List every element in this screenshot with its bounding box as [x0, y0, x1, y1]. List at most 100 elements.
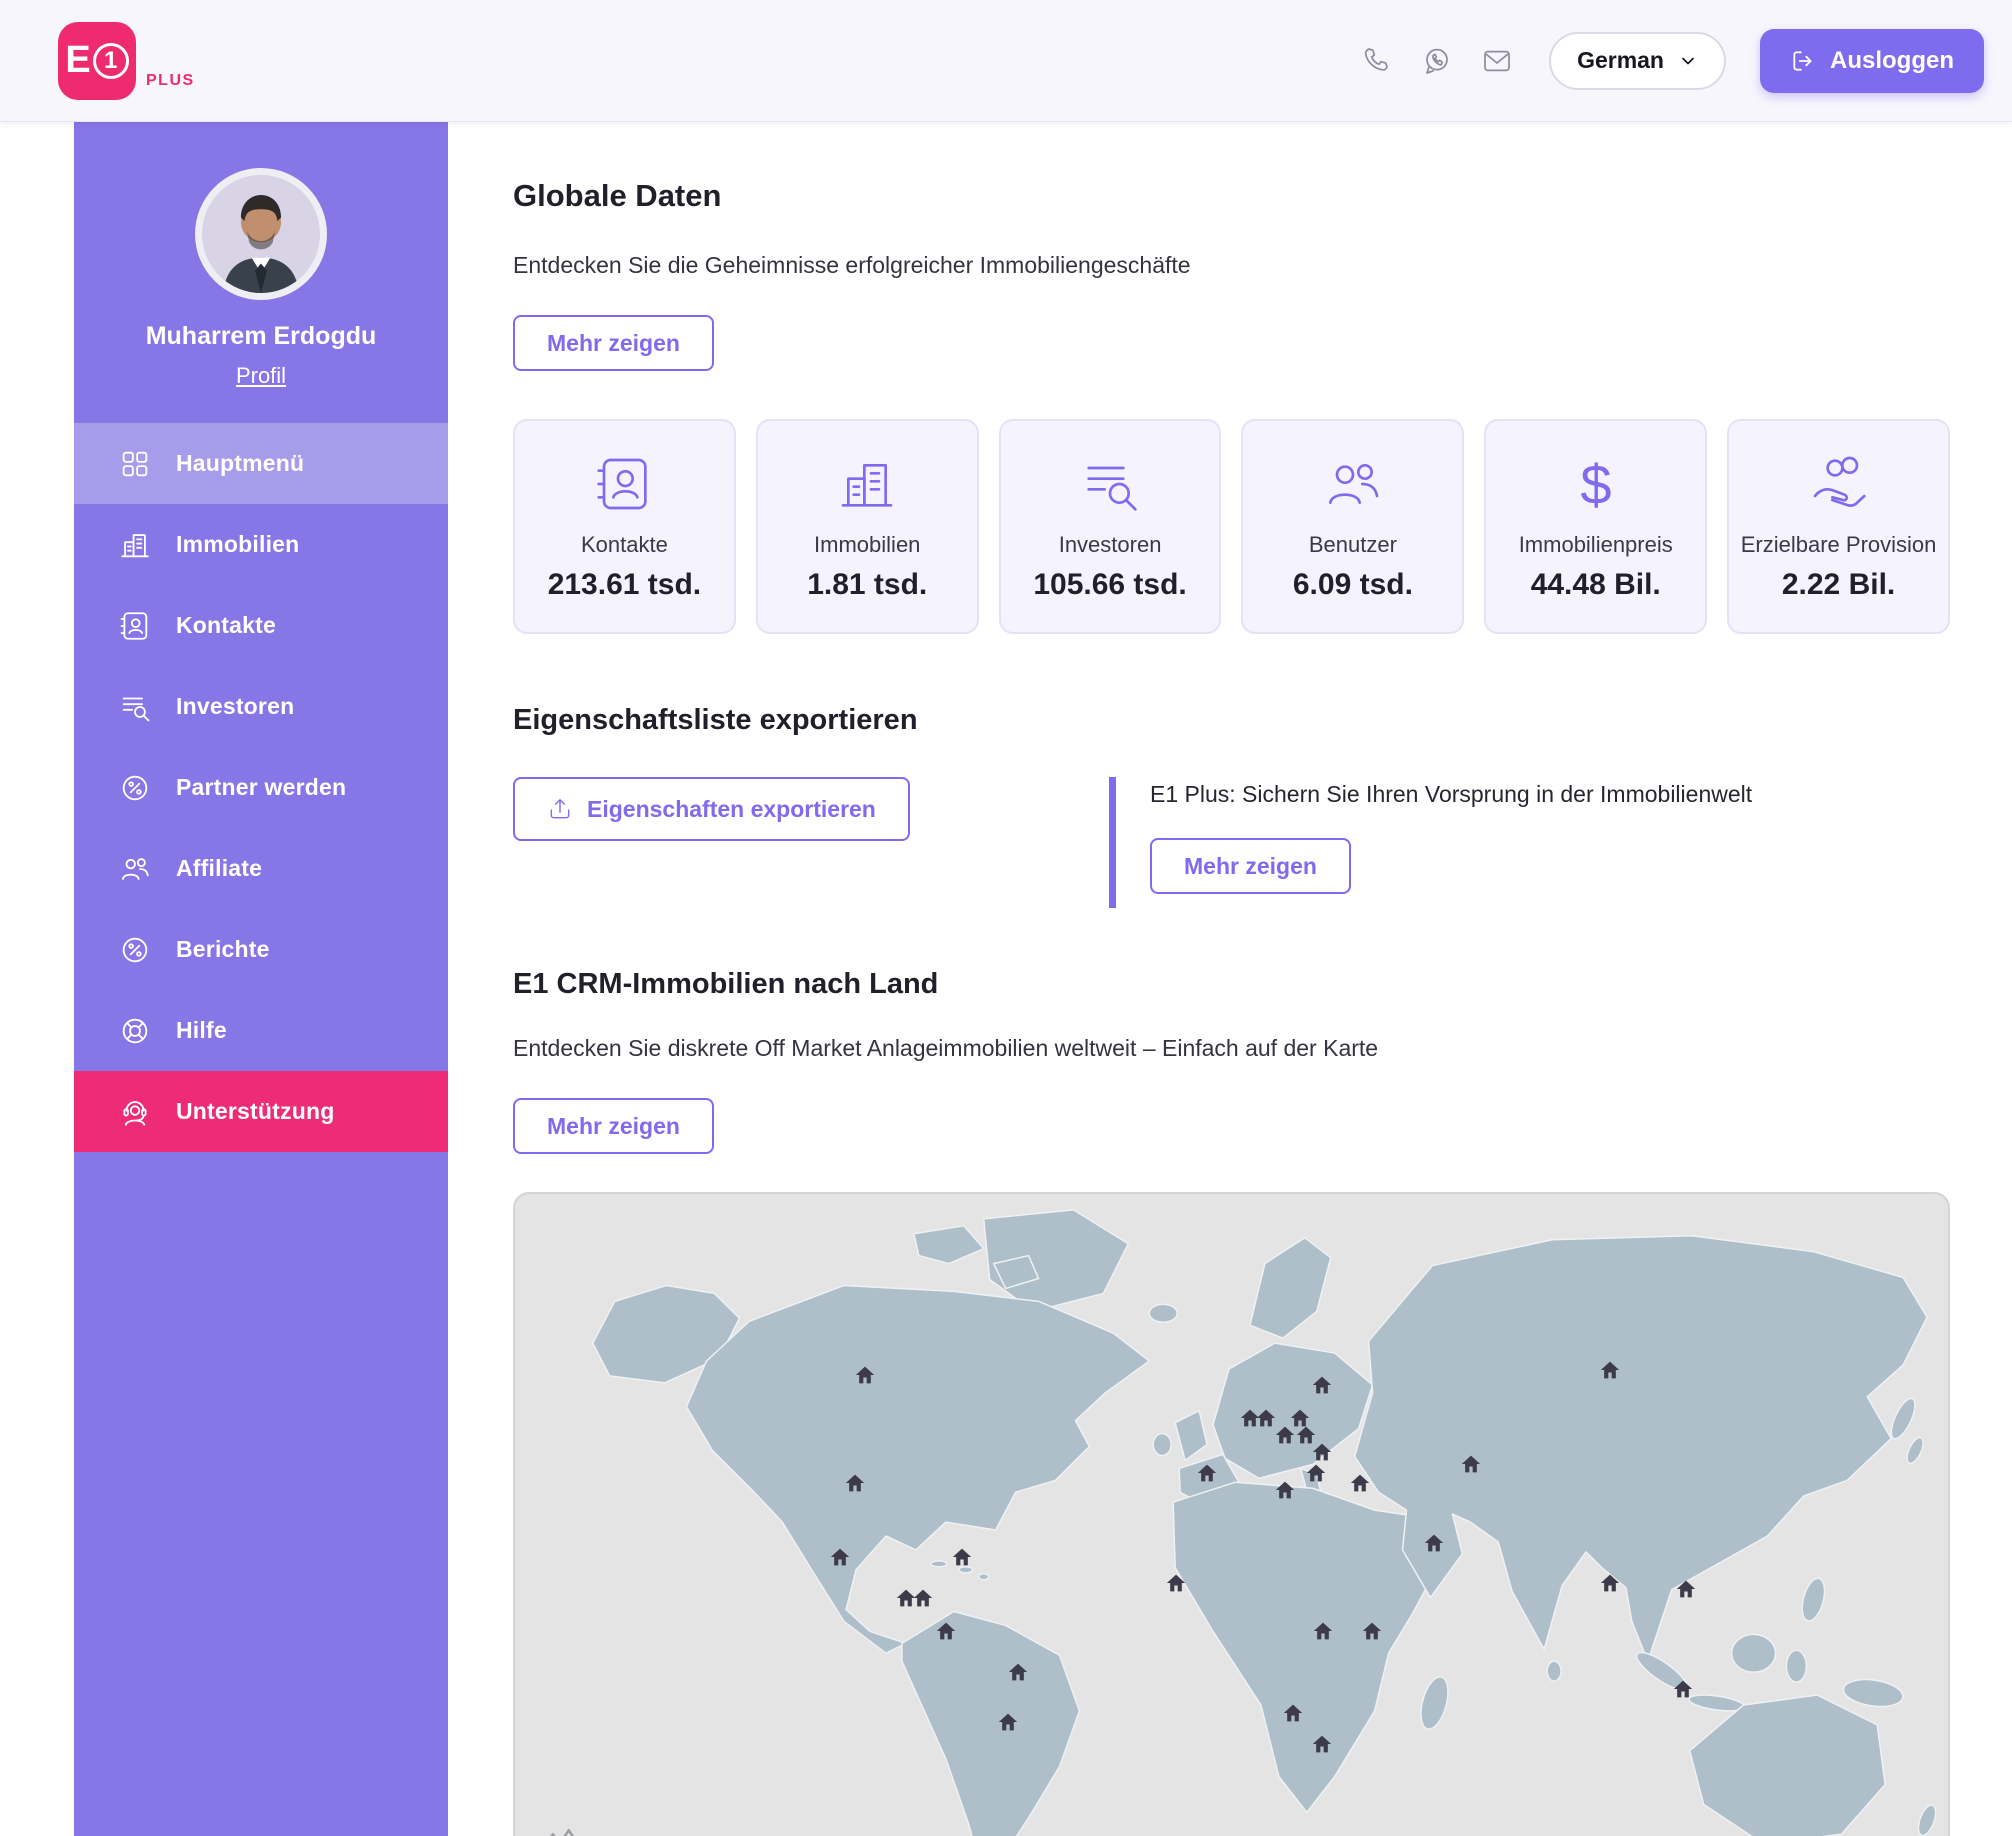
property-marker[interactable] [855, 1365, 875, 1385]
page-body: Muharrem Erdogdu Profil Hauptmenü Immobi… [0, 122, 2012, 1836]
property-marker[interactable] [1424, 1533, 1444, 1553]
stat-value: 105.66 tsd. [1033, 568, 1186, 602]
show-more-promo-button[interactable]: Mehr zeigen [1150, 838, 1351, 894]
support-icon [118, 1095, 152, 1129]
sidebar-item-affiliate[interactable]: Affiliate [74, 828, 448, 909]
sidebar-item-berichte[interactable]: Berichte [74, 909, 448, 990]
stat-label: Benutzer [1309, 532, 1397, 558]
sidebar-item-partner-werden[interactable]: Partner werden [74, 747, 448, 828]
sidebar-item-label: Immobilien [176, 531, 299, 558]
sidebar: Muharrem Erdogdu Profil Hauptmenü Immobi… [74, 122, 448, 1836]
property-marker[interactable] [1008, 1662, 1028, 1682]
property-marker[interactable] [952, 1547, 972, 1567]
building-icon [118, 528, 152, 562]
property-marker[interactable] [830, 1547, 850, 1567]
sidebar-item-label: Kontakte [176, 612, 276, 639]
stat-card-provision: Erzielbare Provision 2.22 Bil. [1727, 419, 1950, 634]
profile-block: Muharrem Erdogdu Profil [74, 122, 448, 423]
world-map[interactable] [513, 1192, 1950, 1836]
stat-label: Immobilienpreis [1519, 532, 1673, 558]
logout-button[interactable]: Ausloggen [1760, 29, 1984, 93]
map-title: E1 CRM-Immobilien nach Land [513, 968, 1950, 1001]
main-content: Globale Daten Entdecken Sie die Geheimni… [448, 122, 2012, 1836]
contact-card-icon [592, 452, 656, 516]
export-title: Eigenschaftsliste exportieren [513, 704, 1950, 737]
logo-plus-label: PLUS [146, 72, 195, 90]
sidebar-item-label: Hilfe [176, 1017, 227, 1044]
property-marker[interactable] [845, 1473, 865, 1493]
property-marker[interactable] [1283, 1703, 1303, 1723]
sidebar-item-hilfe[interactable]: Hilfe [74, 990, 448, 1071]
avatar [195, 168, 327, 300]
sidebar-item-label: Hauptmenü [176, 450, 304, 477]
sidebar-item-hauptmenu[interactable]: Hauptmenü [74, 423, 448, 504]
svg-text:$: $ [1580, 453, 1611, 516]
stat-card-kontakte: Kontakte 213.61 tsd. [513, 419, 736, 634]
percent-badge-icon [118, 933, 152, 967]
property-marker[interactable] [1275, 1425, 1295, 1445]
logout-label: Ausloggen [1830, 47, 1954, 75]
sidebar-item-kontakte[interactable]: Kontakte [74, 585, 448, 666]
contact-card-icon [118, 609, 152, 643]
property-marker[interactable] [1312, 1442, 1332, 1462]
property-marker[interactable] [1362, 1621, 1382, 1641]
property-marker[interactable] [1312, 1734, 1332, 1754]
percent-badge-icon [118, 771, 152, 805]
promo-block: E1 Plus: Sichern Sie Ihren Vorsprung in … [1109, 777, 1752, 908]
export-left: Eigenschaften exportieren [513, 777, 1109, 841]
sidebar-item-investoren[interactable]: Investoren [74, 666, 448, 747]
map-section: E1 CRM-Immobilien nach Land Entdecken Si… [513, 968, 1950, 1836]
property-marker[interactable] [1197, 1463, 1217, 1483]
property-marker[interactable] [1313, 1621, 1333, 1641]
stat-value: 6.09 tsd. [1293, 568, 1413, 602]
mail-icon[interactable] [1481, 45, 1513, 77]
stat-value: 213.61 tsd. [548, 568, 701, 602]
property-marker[interactable] [1256, 1408, 1276, 1428]
stat-card-immobilienpreis: $ Immobilienpreis 44.48 Bil. [1484, 419, 1707, 634]
show-more-label: Mehr zeigen [547, 1113, 680, 1140]
sidebar-nav: Hauptmenü Immobilien Kontakte Investoren [74, 423, 448, 1152]
export-icon [547, 796, 573, 822]
language-select[interactable]: German [1549, 32, 1726, 90]
property-marker[interactable] [1166, 1573, 1186, 1593]
grid-icon [118, 447, 152, 481]
show-more-label: Mehr zeigen [1184, 853, 1317, 880]
phone-icon[interactable] [1361, 45, 1393, 77]
stat-card-immobilien: Immobilien 1.81 tsd. [756, 419, 979, 634]
dollar-icon: $ [1564, 452, 1628, 516]
logo-letter-e: E [65, 39, 90, 82]
property-marker[interactable] [1350, 1473, 1370, 1493]
property-marker[interactable] [1306, 1463, 1326, 1483]
whatsapp-icon[interactable] [1421, 45, 1453, 77]
help-icon [118, 1014, 152, 1048]
profile-link[interactable]: Profil [236, 363, 286, 389]
stat-label: Investoren [1059, 532, 1162, 558]
stats-row: Kontakte 213.61 tsd. Immobilien 1.81 tsd… [513, 419, 1950, 634]
export-properties-button[interactable]: Eigenschaften exportieren [513, 777, 910, 841]
property-marker[interactable] [1312, 1375, 1332, 1395]
stat-label: Immobilien [814, 532, 920, 558]
show-more-map-button[interactable]: Mehr zeigen [513, 1098, 714, 1154]
property-marker[interactable] [1676, 1579, 1696, 1599]
property-marker[interactable] [1461, 1454, 1481, 1474]
property-marker[interactable] [1600, 1573, 1620, 1593]
stat-label: Kontakte [581, 532, 668, 558]
map-markers-layer [515, 1194, 1948, 1836]
property-marker[interactable] [936, 1621, 956, 1641]
sidebar-item-immobilien[interactable]: Immobilien [74, 504, 448, 585]
property-marker[interactable] [1673, 1679, 1693, 1699]
map-subtitle: Entdecken Sie diskrete Off Market Anlage… [513, 1035, 1950, 1062]
property-marker[interactable] [998, 1712, 1018, 1732]
user-name: Muharrem Erdogdu [74, 322, 448, 351]
property-marker[interactable] [913, 1588, 933, 1608]
sidebar-item-label: Unterstützung [176, 1098, 334, 1125]
page-title: Globale Daten [513, 178, 1950, 214]
show-more-global-button[interactable]: Mehr zeigen [513, 315, 714, 371]
top-bar: E 1 PLUS German Ausloggen [0, 0, 2012, 122]
people-icon [118, 852, 152, 886]
property-marker[interactable] [1275, 1480, 1295, 1500]
sidebar-item-unterstuetzung[interactable]: Unterstützung [74, 1071, 448, 1152]
property-marker[interactable] [1600, 1360, 1620, 1380]
global-data-section: Globale Daten Entdecken Sie die Geheimni… [513, 178, 1950, 634]
promo-text: E1 Plus: Sichern Sie Ihren Vorsprung in … [1150, 781, 1752, 808]
